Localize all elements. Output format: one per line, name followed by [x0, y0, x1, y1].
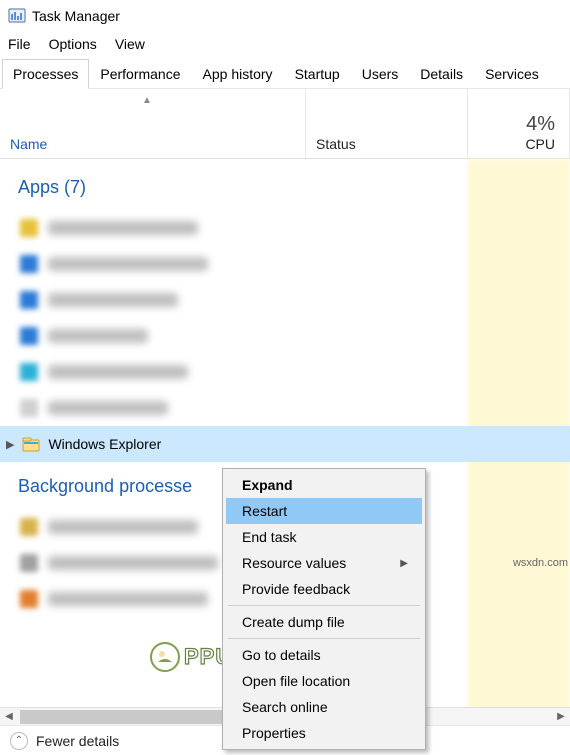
column-headers: ▲ Name Status 4% CPU [0, 89, 570, 159]
cpu-usage-value: 4% [526, 113, 555, 136]
tab-services[interactable]: Services [474, 59, 550, 89]
menu-separator [228, 605, 420, 606]
menu-resource-values-label: Resource values [242, 555, 346, 571]
menubar: File Options View [0, 32, 570, 58]
tab-performance[interactable]: Performance [89, 59, 191, 89]
menu-expand[interactable]: Expand [226, 472, 422, 498]
tab-startup[interactable]: Startup [284, 59, 351, 89]
menu-search-online[interactable]: Search online [226, 694, 422, 720]
table-row[interactable] [0, 390, 570, 426]
titlebar: Task Manager [0, 0, 570, 32]
row-windows-explorer[interactable]: ▶ Windows Explorer [0, 426, 570, 462]
menu-resource-values[interactable]: Resource values ▶ [226, 550, 422, 576]
tab-details[interactable]: Details [409, 59, 474, 89]
menu-view[interactable]: View [115, 36, 145, 52]
tab-bar: Processes Performance App history Startu… [0, 58, 570, 89]
column-name[interactable]: ▲ Name [0, 89, 306, 158]
menu-file[interactable]: File [8, 36, 31, 52]
tab-app-history[interactable]: App history [192, 59, 284, 89]
sort-caret-icon: ▲ [142, 95, 152, 106]
column-cpu[interactable]: 4% CPU [468, 89, 570, 158]
menu-restart[interactable]: Restart [226, 498, 422, 524]
table-row[interactable] [0, 246, 570, 282]
task-manager-icon [8, 7, 26, 25]
scroll-right-icon[interactable]: ▶ [552, 708, 570, 726]
menu-end-task[interactable]: End task [226, 524, 422, 550]
column-name-label: Name [10, 136, 47, 152]
table-row[interactable] [0, 282, 570, 318]
column-status[interactable]: Status [306, 89, 468, 158]
column-status-label: Status [316, 136, 356, 152]
menu-properties[interactable]: Properties [226, 720, 422, 746]
scroll-left-icon[interactable]: ◀ [0, 708, 18, 726]
menu-options[interactable]: Options [49, 36, 97, 52]
chevron-right-icon[interactable]: ▶ [6, 438, 14, 451]
cpu-label: CPU [525, 136, 555, 152]
menu-go-to-details[interactable]: Go to details [226, 642, 422, 668]
tab-users[interactable]: Users [351, 59, 410, 89]
table-row[interactable] [0, 210, 570, 246]
table-row[interactable] [0, 354, 570, 390]
table-row[interactable] [0, 318, 570, 354]
windows-explorer-icon [22, 435, 40, 453]
menu-create-dump[interactable]: Create dump file [226, 609, 422, 635]
window-title: Task Manager [32, 8, 120, 24]
menu-provide-feedback[interactable]: Provide feedback [226, 576, 422, 602]
context-menu: Expand Restart End task Resource values … [222, 468, 426, 750]
watermark-logo-icon [150, 642, 180, 672]
collapse-details-button[interactable]: ⌃ [10, 732, 28, 750]
chevron-right-icon: ▶ [400, 558, 408, 569]
menu-open-file-location[interactable]: Open file location [226, 668, 422, 694]
fewer-details-label[interactable]: Fewer details [36, 733, 119, 749]
tab-processes[interactable]: Processes [2, 59, 89, 89]
menu-separator [228, 638, 420, 639]
scrollbar-thumb[interactable] [20, 710, 230, 724]
row-label: Windows Explorer [48, 436, 161, 452]
